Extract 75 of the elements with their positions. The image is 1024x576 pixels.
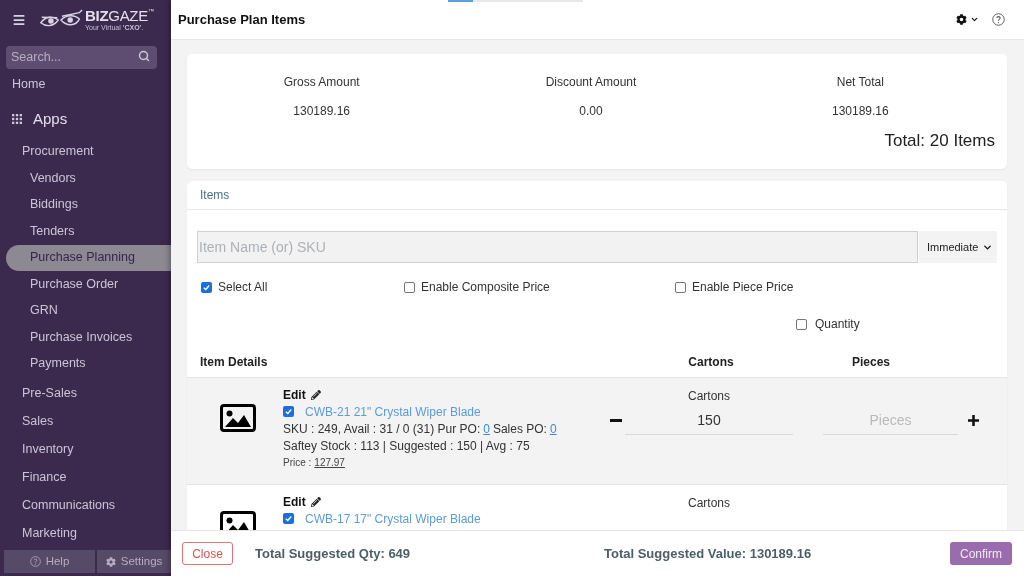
logo-wordmark: BIZGAZE	[85, 8, 148, 23]
search-field[interactable]: Search...	[6, 45, 157, 69]
nav-item[interactable]: Purchase Planning	[6, 244, 171, 271]
search-icon	[138, 49, 150, 62]
edit-button[interactable]: Edit	[283, 493, 321, 510]
stock-info-text: SKU : 249, Avail : 31 / 0 (31) Pur PO:	[283, 420, 481, 438]
cartons-input[interactable]: 150	[625, 405, 793, 435]
checkbox[interactable]	[283, 513, 294, 524]
nav-item[interactable]: Inventory	[0, 435, 171, 463]
metric-value: 0.00	[579, 104, 603, 118]
nav-item[interactable]: Pre-Sales	[0, 379, 171, 407]
gear-icon	[956, 14, 967, 25]
stock-summary-text: Saftey Stock : 113 | Suggested : 150 | Avg : 75	[283, 437, 530, 455]
nav-item[interactable]: Home	[0, 71, 171, 97]
menu-icon[interactable]	[12, 13, 26, 27]
nav-item[interactable]: Purchase Order	[0, 271, 171, 298]
chevron-down-icon	[970, 15, 979, 24]
nav-item[interactable]: Sales	[0, 407, 171, 435]
nav-item[interactable]: Purchase Invoices	[0, 324, 171, 351]
help-icon	[29, 556, 41, 567]
checkbox[interactable]	[675, 281, 686, 293]
nav-item[interactable]: Communications	[0, 491, 171, 519]
confirm-button[interactable]: Confirm	[950, 542, 1012, 565]
option-label: Enable Piece Price	[692, 279, 794, 296]
column-header: Pieces	[850, 354, 891, 371]
column-header: Cartons	[687, 354, 735, 371]
section-title: Items	[200, 187, 230, 204]
metric-value: 130189.16	[293, 104, 351, 118]
checkbox[interactable]	[404, 281, 415, 293]
edit-button[interactable]: Edit	[283, 386, 321, 403]
plus-icon	[967, 414, 979, 426]
page-title: Purchase Plan Items	[178, 10, 306, 29]
grid-icon	[12, 114, 22, 124]
gear-icon	[105, 556, 116, 567]
apps-section-header[interactable]: Apps	[0, 101, 171, 137]
price-link[interactable]: 127.97	[314, 455, 345, 470]
nav-item[interactable]: Biddings	[0, 191, 171, 218]
option-label: Enable Composite Price	[421, 279, 550, 296]
nav-item[interactable]: Payments	[0, 350, 171, 377]
pieces-input[interactable]: Pieces	[823, 405, 958, 435]
settings-button[interactable]: Settings	[97, 550, 171, 573]
checkbox[interactable]	[283, 406, 294, 417]
sales-po-label: Sales PO:	[492, 420, 547, 438]
nav-item[interactable]: Marketing	[0, 519, 171, 547]
minus-icon	[610, 418, 622, 422]
total-value-text: Total Suggested Value: 130189.16	[604, 544, 812, 563]
price-label: Price :	[283, 456, 312, 470]
help-button[interactable]	[992, 13, 1005, 26]
metric-label: Gross Amount	[283, 75, 360, 89]
help-icon	[992, 13, 1005, 26]
cartons-label: Cartons	[687, 388, 731, 404]
settings-dropdown-button[interactable]	[956, 14, 979, 25]
total-quantity-text: Total Suggested Qty: 649	[255, 544, 412, 563]
metric-label: Net Total	[836, 75, 884, 89]
nav-item[interactable]: Vendors	[0, 165, 171, 192]
nav-item[interactable]: Tenders	[0, 218, 171, 245]
metric-value: 130189.16	[831, 104, 889, 118]
column-header: Item Details	[200, 354, 269, 371]
item-search-field[interactable]: Item Name (or) SKU	[197, 231, 918, 263]
option-label: Select All	[218, 279, 268, 296]
help-button[interactable]: Help	[4, 550, 95, 573]
option-label: Quantity	[815, 316, 860, 333]
nav-item[interactable]: Procurement	[0, 137, 171, 165]
picture-icon	[220, 404, 256, 432]
checkbox[interactable]	[201, 281, 212, 293]
pencil-icon	[310, 389, 321, 400]
total-items-text: Total: 20 Items	[884, 130, 995, 152]
close-button[interactable]: Close	[182, 542, 233, 565]
nav-item[interactable]: GRN	[0, 297, 171, 324]
checkbox[interactable]	[796, 318, 807, 330]
metric-label: Discount Amount	[545, 75, 637, 89]
cartons-label: Cartons	[687, 495, 731, 511]
mode-select[interactable]: Immediate	[919, 231, 997, 263]
pencil-icon	[310, 496, 321, 507]
nav-item[interactable]: Finance	[0, 463, 171, 491]
